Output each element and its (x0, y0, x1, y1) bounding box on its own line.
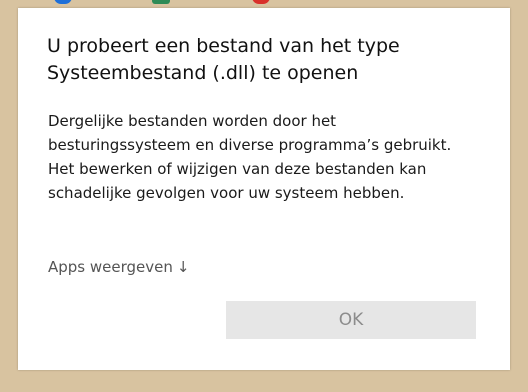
dialog-message: Dergelijke bestanden worden door het bes… (48, 109, 496, 205)
desktop-icon-green[interactable] (152, 0, 170, 4)
arrow-down-icon: ↓ (176, 258, 190, 276)
file-warning-dialog: U probeert een bestand van het type Syst… (18, 8, 510, 370)
dialog-title: U probeert een bestand van het type Syst… (47, 33, 487, 87)
show-apps-link[interactable]: Apps weergeven ↓ (48, 255, 189, 279)
dialog-message-line-1: Dergelijke bestanden worden door het (48, 112, 337, 130)
dialog-title-line-1: U probeert een bestand van het type (47, 35, 400, 57)
dialog-title-line-2: Systeembestand (.dll) te openen (47, 62, 359, 84)
desktop-icon-blue[interactable] (54, 0, 72, 4)
ok-button[interactable]: OK (226, 301, 476, 339)
dialog-message-line-3: Het bewerken of wijzigen van deze bestan… (48, 160, 427, 178)
dialog-message-line-4: schadelijke gevolgen voor uw systeem heb… (48, 184, 405, 202)
desktop-icon-red[interactable] (252, 0, 270, 4)
dialog-message-line-2: besturingssysteem en diverse programma’s… (48, 136, 452, 154)
show-apps-label: Apps weergeven (48, 258, 173, 276)
